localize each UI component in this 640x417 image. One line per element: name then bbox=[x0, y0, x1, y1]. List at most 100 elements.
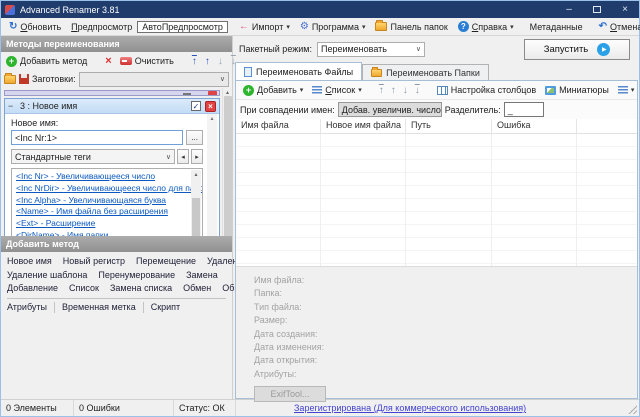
method-link[interactable]: Скрипт bbox=[151, 301, 180, 314]
column-header-path[interactable]: Путь bbox=[406, 119, 492, 133]
tag-list-scrollbar[interactable]: ▴ ▾ bbox=[191, 170, 201, 236]
tag-link[interactable]: <Inc Alpha> - Увеличивающаяся буква bbox=[16, 195, 189, 207]
remove-method-button[interactable]: × bbox=[103, 55, 113, 67]
exiftool-button[interactable]: ExifTool... bbox=[254, 386, 326, 402]
tab-rename-files[interactable]: Переименовать Файлы bbox=[235, 62, 362, 80]
tag-category-select[interactable]: Стандартные теги ∨ bbox=[11, 149, 175, 164]
separator-label: Разделитель: bbox=[445, 105, 501, 115]
metadata-label: Метаданные bbox=[530, 22, 583, 32]
method-close-button[interactable]: × bbox=[205, 101, 216, 112]
tags-prev-button[interactable]: ◂ bbox=[177, 149, 189, 164]
undo-label: Отмена изменений... bbox=[610, 22, 640, 32]
license-cell: Зарегистрирована (Для коммерческого испо… bbox=[236, 400, 639, 416]
collapse-icon[interactable]: − bbox=[8, 101, 16, 111]
program-button[interactable]: ⚙ Программа ▾ bbox=[295, 20, 371, 33]
status-items-count: 0 Элементы bbox=[1, 400, 74, 416]
tab-rename-folders[interactable]: Переименовать Папки bbox=[362, 64, 489, 80]
scroll-up-icon[interactable]: ▴ bbox=[226, 89, 229, 96]
tag-link[interactable]: <DirName> - Имя папки bbox=[16, 230, 189, 236]
method-link[interactable]: Замена списка bbox=[110, 283, 172, 293]
autopreview-label: АвтоПредпросмотр bbox=[142, 22, 223, 32]
methods-toolbar: + Добавить метод × Очистить ↑ ↑ ↓ ↓ bbox=[1, 52, 232, 70]
collision-select[interactable]: Добав. увеличив. число ∨ bbox=[338, 102, 442, 117]
maximize-button[interactable] bbox=[583, 1, 611, 18]
method-link[interactable]: Обмен bbox=[183, 283, 211, 293]
presets-select[interactable]: ∨ bbox=[79, 72, 229, 87]
move-up-button[interactable]: ↑ bbox=[203, 56, 212, 67]
method-3-panel: − 3 : Новое имя ✓ × Новое имя: <Inc Nr:1… bbox=[4, 98, 220, 236]
scrollbar-thumb[interactable] bbox=[224, 96, 232, 236]
method-link[interactable]: Перемещение bbox=[136, 256, 196, 266]
column-header-newname[interactable]: Новое имя файла bbox=[321, 119, 406, 133]
tag-link[interactable]: <Ext> - Расширение bbox=[16, 218, 189, 230]
save-preset-icon[interactable] bbox=[19, 74, 29, 84]
columns-setup-button[interactable]: Настройка столбцов bbox=[434, 84, 539, 96]
tag-link[interactable]: <Inc Nr> - Увеличивающееся число bbox=[16, 171, 189, 183]
folder-panel-button[interactable]: Панель папок bbox=[370, 21, 452, 33]
file-move-top-button[interactable]: ↑ bbox=[377, 85, 386, 96]
move-top-button[interactable]: ↑ bbox=[190, 56, 199, 67]
tag-link[interactable]: <Name> - Имя файла без расширения bbox=[16, 206, 189, 218]
new-name-input[interactable]: <Inc Nr:1> bbox=[11, 130, 183, 145]
column-line bbox=[320, 134, 321, 266]
method-link[interactable]: Новое имя bbox=[7, 256, 52, 266]
license-link[interactable]: Зарегистрирована (Для коммерческого испо… bbox=[294, 403, 526, 413]
plus-icon: + bbox=[243, 85, 254, 96]
undo-button[interactable]: ↶ Отмена изменений... bbox=[594, 20, 640, 33]
method-link[interactable]: Временная метка bbox=[62, 301, 136, 314]
thumbnails-button[interactable]: Миниатюры bbox=[542, 84, 612, 96]
scroll-up-icon[interactable]: ▴ bbox=[210, 115, 213, 122]
methods-scrollbar[interactable]: ▴ ▾ bbox=[222, 88, 232, 236]
metadata-button[interactable]: Метаданные bbox=[525, 21, 588, 33]
browse-button[interactable]: ... bbox=[186, 130, 203, 145]
scrollbar-thumb[interactable] bbox=[192, 198, 200, 236]
tags-next-button[interactable]: ▸ bbox=[191, 149, 203, 164]
method-3-header[interactable]: − 3 : Новое имя ✓ × bbox=[5, 99, 219, 114]
method-link[interactable]: Добавление bbox=[7, 283, 58, 293]
file-table-body[interactable] bbox=[236, 134, 637, 266]
move-down-button[interactable]: ↓ bbox=[216, 56, 225, 67]
scroll-up-icon[interactable]: ▴ bbox=[194, 171, 197, 178]
method-2-partial[interactable] bbox=[4, 90, 220, 96]
method-link[interactable]: Перенумерование bbox=[98, 270, 175, 280]
help-button[interactable]: ? Справка ▾ bbox=[453, 20, 519, 33]
method-link[interactable]: Атрибуты bbox=[7, 301, 47, 314]
clear-methods-button[interactable]: Очистить bbox=[118, 55, 176, 67]
batch-mode-label: Пакетный режим: bbox=[239, 44, 312, 54]
column-header-spacer bbox=[577, 119, 637, 133]
import-icon: ← bbox=[239, 21, 249, 32]
autopreview-toggle[interactable]: АвтоПредпросмотр bbox=[137, 21, 228, 33]
preview-button[interactable]: Предпросмотр bbox=[66, 21, 137, 33]
column-header-filename[interactable]: Имя файла bbox=[236, 119, 321, 133]
close-button[interactable]: × bbox=[611, 1, 639, 18]
method-body-scrollbar[interactable]: ▴ ▾ bbox=[207, 114, 217, 236]
method-enabled-checkbox[interactable]: ✓ bbox=[191, 101, 201, 111]
file-move-down-button[interactable]: ↓ bbox=[401, 85, 410, 96]
method-link[interactable]: Новый регистр bbox=[63, 256, 125, 266]
column-line bbox=[405, 134, 406, 266]
list-menu-button[interactable]: Список ▾ bbox=[309, 84, 364, 96]
add-method-button[interactable]: + Добавить метод bbox=[4, 55, 89, 68]
folder-icon bbox=[371, 69, 382, 77]
minimize-button[interactable]: – bbox=[555, 1, 583, 18]
tag-link[interactable]: <Inc NrDir> - Увеличивающееся число для … bbox=[16, 183, 189, 195]
open-preset-icon[interactable] bbox=[4, 75, 16, 84]
separator-input[interactable]: _ bbox=[504, 102, 544, 117]
batch-mode-select[interactable]: Переименовать ∨ bbox=[317, 42, 425, 57]
column-header-error[interactable]: Ошибка bbox=[492, 119, 577, 133]
refresh-button[interactable]: ↻ Обновить bbox=[4, 20, 66, 33]
collision-label: При совпадении имен: bbox=[240, 105, 335, 115]
file-move-bottom-button[interactable]: ↓ bbox=[413, 85, 422, 96]
column-line bbox=[576, 134, 577, 266]
sort-menu-button[interactable]: ▾ bbox=[615, 85, 638, 96]
add-method-header: Добавить метод bbox=[1, 236, 232, 252]
resize-grip[interactable] bbox=[628, 405, 637, 414]
import-button[interactable]: ← Импорт ▾ bbox=[234, 20, 295, 33]
file-move-up-button[interactable]: ↑ bbox=[389, 85, 398, 96]
add-files-button[interactable]: + Добавить ▾ bbox=[240, 84, 306, 97]
method-link[interactable]: Замена bbox=[186, 270, 218, 280]
start-batch-button[interactable]: Запустить ▶ bbox=[524, 39, 630, 60]
method-link[interactable]: Удаление шаблона bbox=[7, 270, 87, 280]
chevron-down-icon: ▾ bbox=[631, 86, 635, 94]
method-link[interactable]: Список bbox=[69, 283, 99, 293]
